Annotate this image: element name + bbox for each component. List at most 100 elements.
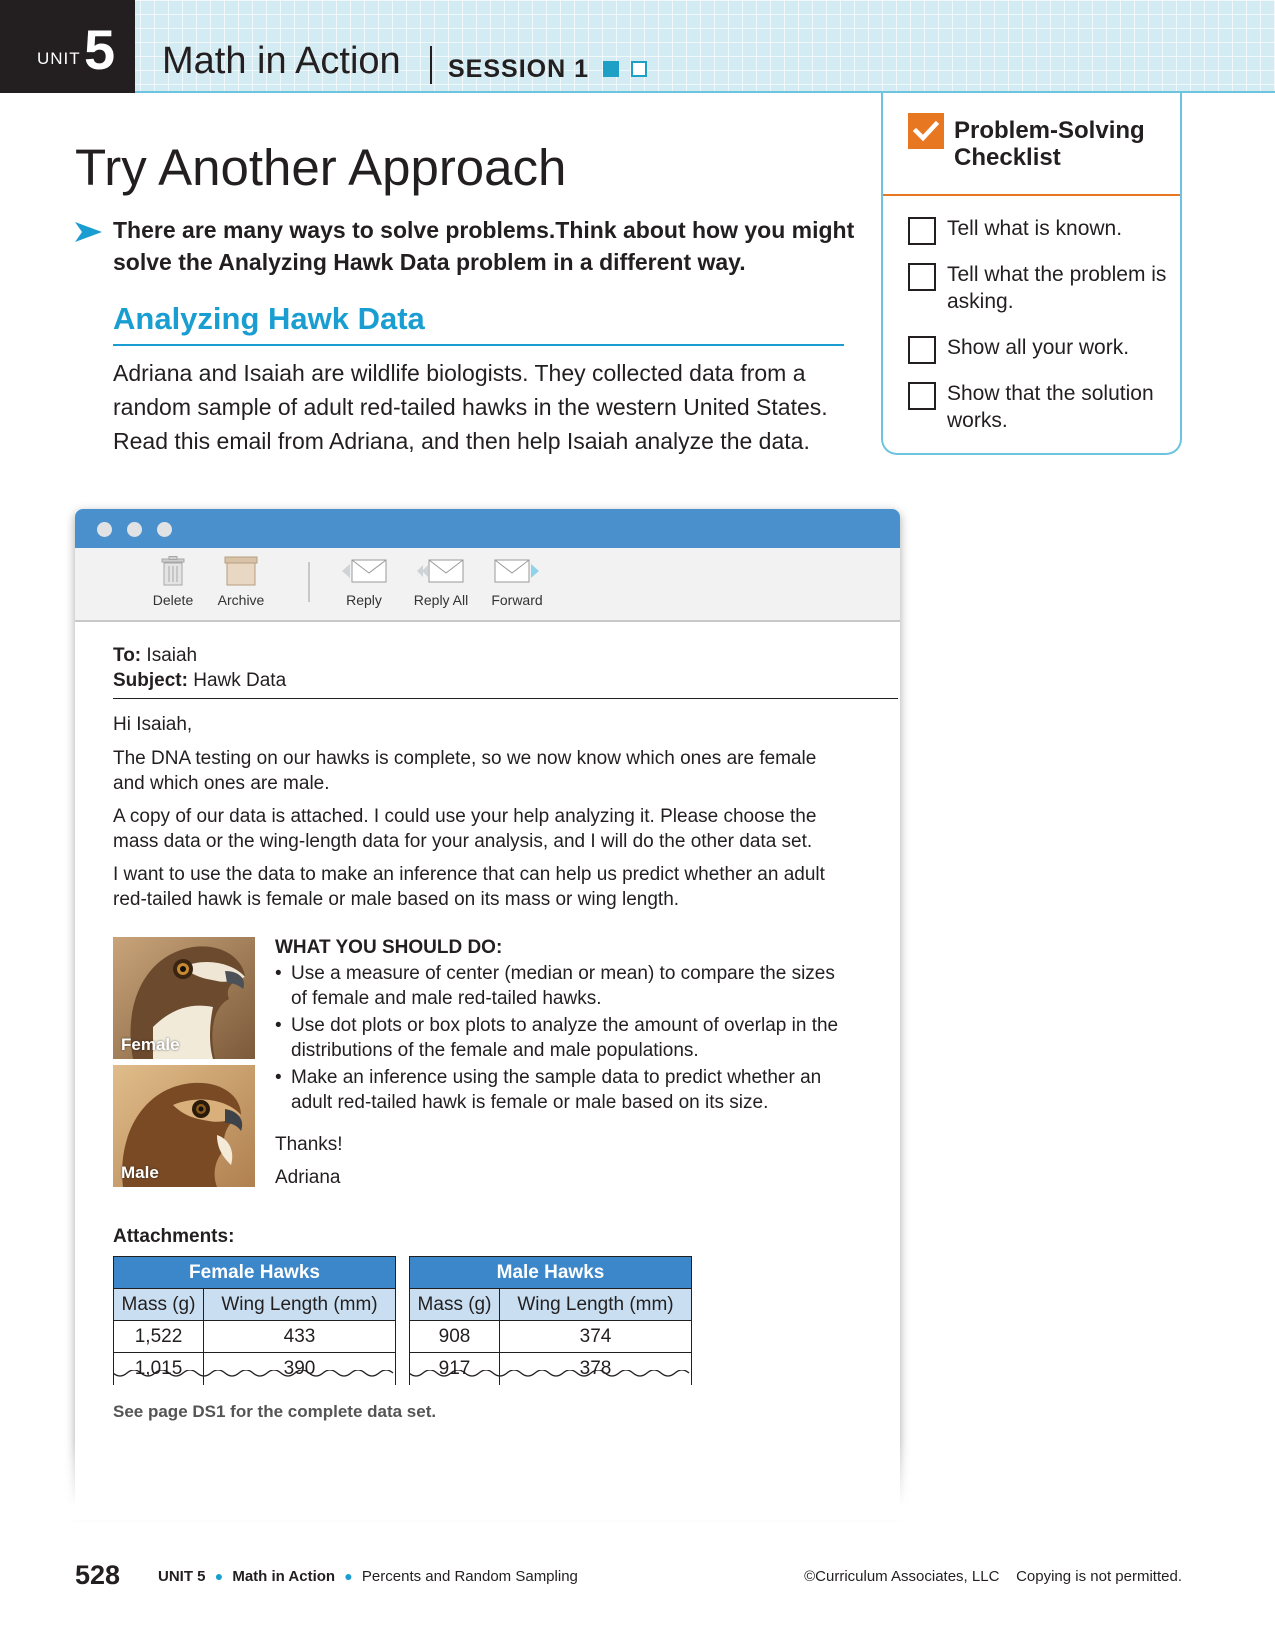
header-divider: [430, 46, 432, 84]
checklist-item[interactable]: Tell what the problem is asking.: [908, 261, 1178, 321]
email-toolbar: Delete Archive Reply Reply All Forward: [75, 548, 900, 622]
bullet-icon: •: [275, 1067, 282, 1088]
email-fade-overlay: [60, 1440, 920, 1520]
footer-topic: Percents and Random Sampling: [361, 1568, 578, 1585]
delete-label: Delete: [152, 592, 194, 608]
email-signature: Adriana: [275, 1167, 341, 1188]
column-header: Mass (g): [113, 1288, 204, 1321]
table-torn-edge: [113, 1370, 394, 1377]
todo-item: • Use a measure of center (median or mea…: [275, 961, 845, 1011]
email-subject-field: Subject: Hawk Data: [113, 668, 286, 693]
todo-item: • Make an inference using the sample dat…: [275, 1065, 845, 1115]
checklist-item-label: Tell what is known.: [947, 217, 1123, 240]
section-heading: Analyzing Hawk Data: [113, 301, 425, 336]
checklist-item[interactable]: Show that the solution works.: [908, 380, 1178, 440]
forward-icon: [494, 559, 539, 583]
checkbox[interactable]: [908, 263, 936, 291]
todo-item: • Use dot plots or box plots to analyze …: [275, 1013, 845, 1063]
reply-label: Reply: [346, 592, 382, 608]
page-title: Try Another Approach: [75, 139, 567, 196]
todo-list: • Use a measure of center (median or mea…: [275, 961, 845, 1117]
table-cell: 374: [499, 1320, 692, 1353]
bullet-icon: •: [275, 1015, 282, 1036]
dot-icon: ●: [344, 1568, 353, 1584]
email-paragraph: I want to use the data to make an infere…: [113, 864, 825, 910]
checkbox[interactable]: [908, 336, 936, 364]
todo-text: Use dot plots or box plots to analyze th…: [291, 1015, 839, 1061]
footer-unit: UNIT 5: [158, 1568, 206, 1585]
checkbox[interactable]: [908, 217, 936, 245]
to-label: To:: [113, 645, 142, 666]
email-window: Delete Archive Reply Reply All Forward T…: [75, 509, 900, 1509]
session-progress-filled-icon: [603, 61, 619, 77]
header-title: Math in Action: [162, 40, 401, 82]
email-header-rule: [113, 698, 898, 699]
session-progress-empty-icon: [631, 61, 647, 77]
bullet-icon: •: [275, 963, 282, 984]
footer-section: Math in Action: [232, 1568, 336, 1585]
to-value: Isaiah: [146, 645, 198, 666]
todo-heading: WHAT YOU SHOULD DO:: [275, 937, 503, 958]
table-row: 908 374: [409, 1320, 692, 1353]
checklist-title: Problem-Solving Checklist: [954, 117, 1145, 171]
data-set-note: See page DS1 for the complete data set.: [113, 1402, 437, 1421]
window-minimize-dot[interactable]: [127, 522, 142, 537]
checklist-item-label: Show all your work.: [947, 336, 1130, 359]
email-to-field: To: Isaiah: [113, 643, 197, 668]
todo-text: Make an inference using the sample data …: [291, 1067, 822, 1113]
unit-word: UNIT: [37, 49, 81, 68]
male-hawks-table[interactable]: Male Hawks Mass (g) Wing Length (mm) 908…: [409, 1256, 692, 1385]
reply-button[interactable]: Reply: [333, 556, 395, 608]
forward-label: Forward: [491, 592, 543, 608]
male-photo-label: Male: [121, 1163, 159, 1182]
footer-breadcrumb: UNIT 5 ● Math in Action ● Percents and R…: [158, 1568, 578, 1585]
male-hawk-photo: Male: [113, 1065, 255, 1187]
column-header: Wing Length (mm): [203, 1288, 396, 1321]
todo-text: Use a measure of center (median or mean)…: [291, 963, 835, 1009]
email-paragraph: A copy of our data is attached. I could …: [113, 806, 817, 852]
female-photo-label: Female: [121, 1035, 180, 1054]
reply-all-button[interactable]: Reply All: [409, 556, 473, 608]
female-hawks-table[interactable]: Female Hawks Mass (g) Wing Length (mm) 1…: [113, 1256, 396, 1385]
attachments-label: Attachments:: [113, 1226, 235, 1247]
table-title: Female Hawks: [113, 1256, 396, 1289]
checkmark-icon: [908, 113, 944, 149]
session-label: SESSION 1: [448, 55, 589, 83]
table-cell: 433: [203, 1320, 396, 1353]
toolbar-separator: [308, 562, 310, 602]
window-close-dot[interactable]: [97, 522, 112, 537]
unit-number: 5: [84, 18, 116, 81]
column-header: Mass (g): [409, 1288, 500, 1321]
reply-all-icon: [417, 559, 464, 583]
table-torn-edge: [409, 1370, 690, 1377]
arrow-icon: [75, 222, 102, 242]
footer-copyright: ©Curriculum Associates, LLC Copying is n…: [804, 1568, 1182, 1585]
forward-button[interactable]: Forward: [485, 556, 549, 608]
archive-box-icon: [224, 556, 258, 586]
table-title: Male Hawks: [409, 1256, 692, 1289]
archive-button[interactable]: Archive: [211, 556, 271, 608]
table-cell: 908: [409, 1320, 500, 1353]
section-rule: [113, 344, 844, 346]
table-row: 1,522 433: [113, 1320, 396, 1353]
copyright-text: ©Curriculum Associates, LLC: [804, 1568, 1000, 1585]
email-paragraph: The DNA testing on our hawks is complete…: [113, 748, 817, 794]
checklist-item-label: Tell what the problem is asking.: [947, 263, 1167, 313]
email-greeting: Hi Isaiah,: [113, 714, 193, 735]
trash-icon: [161, 556, 185, 586]
window-maximize-dot[interactable]: [157, 522, 172, 537]
checklist-item-label: Show that the solution works.: [947, 382, 1154, 432]
intro-text: There are many ways to solve problems.Th…: [113, 217, 855, 275]
problem-solving-checklist: Problem-Solving Checklist Tell what is k…: [881, 93, 1182, 455]
dot-icon: ●: [214, 1568, 224, 1584]
page-footer: 528 UNIT 5 ● Math in Action ● Percents a…: [75, 1558, 1182, 1598]
table-cell: 1,522: [113, 1320, 204, 1353]
delete-button[interactable]: Delete: [147, 556, 199, 608]
window-title-bar: [75, 509, 900, 548]
checkbox[interactable]: [908, 382, 936, 410]
copying-notice: Copying is not permitted.: [1016, 1568, 1182, 1585]
subject-label: Subject:: [113, 670, 188, 691]
checklist-header: Problem-Solving Checklist: [883, 93, 1180, 196]
archive-label: Archive: [217, 592, 265, 608]
section-paragraph: Adriana and Isaiah are wildlife biologis…: [113, 360, 828, 454]
